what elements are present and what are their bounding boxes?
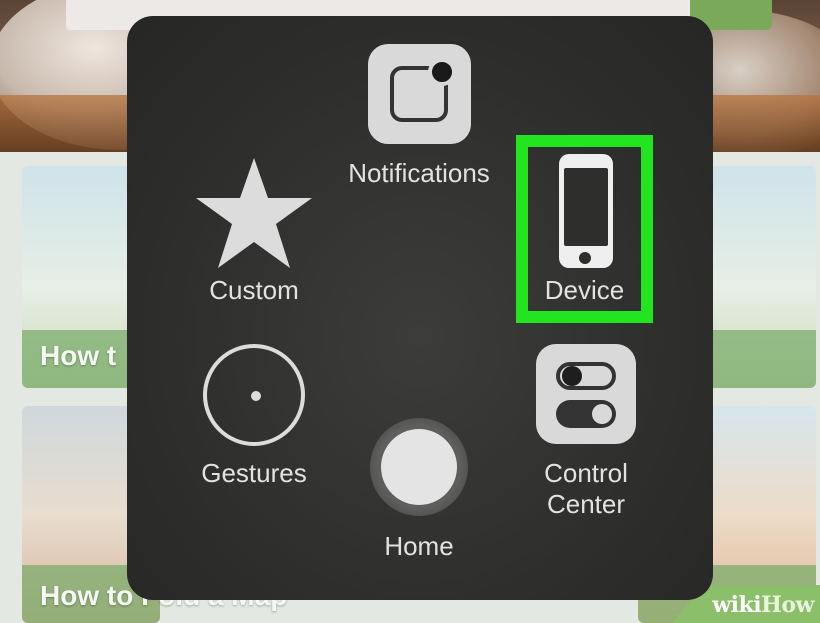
gestures-label[interactable]: Gestures — [190, 458, 318, 489]
control-center-toggles-icon[interactable] — [536, 344, 636, 444]
article-card-title[interactable]: How t — [40, 340, 116, 372]
toggle-on-icon — [556, 400, 616, 428]
phone-screen — [564, 168, 608, 246]
gestures-icon[interactable] — [203, 344, 305, 446]
gesture-dot-icon — [251, 391, 261, 401]
control-center-label-line1[interactable]: Control — [522, 458, 650, 489]
notifications-icon[interactable] — [368, 44, 471, 144]
home-button-icon[interactable] — [370, 418, 468, 516]
notifications-label[interactable]: Notifications — [338, 158, 500, 189]
phone-home-button — [579, 252, 591, 264]
device-label[interactable]: Device — [528, 275, 641, 306]
notification-badge-dot-icon — [428, 58, 456, 86]
home-button-inner — [381, 429, 457, 505]
home-label[interactable]: Home — [370, 531, 468, 562]
iphone-icon[interactable] — [559, 154, 613, 268]
control-center-label-line2[interactable]: Center — [522, 489, 650, 520]
star-icon[interactable] — [196, 158, 312, 268]
wikihow-watermark: wikiHow — [712, 592, 814, 618]
custom-label[interactable]: Custom — [198, 275, 310, 306]
toggle-off-icon — [556, 362, 616, 390]
